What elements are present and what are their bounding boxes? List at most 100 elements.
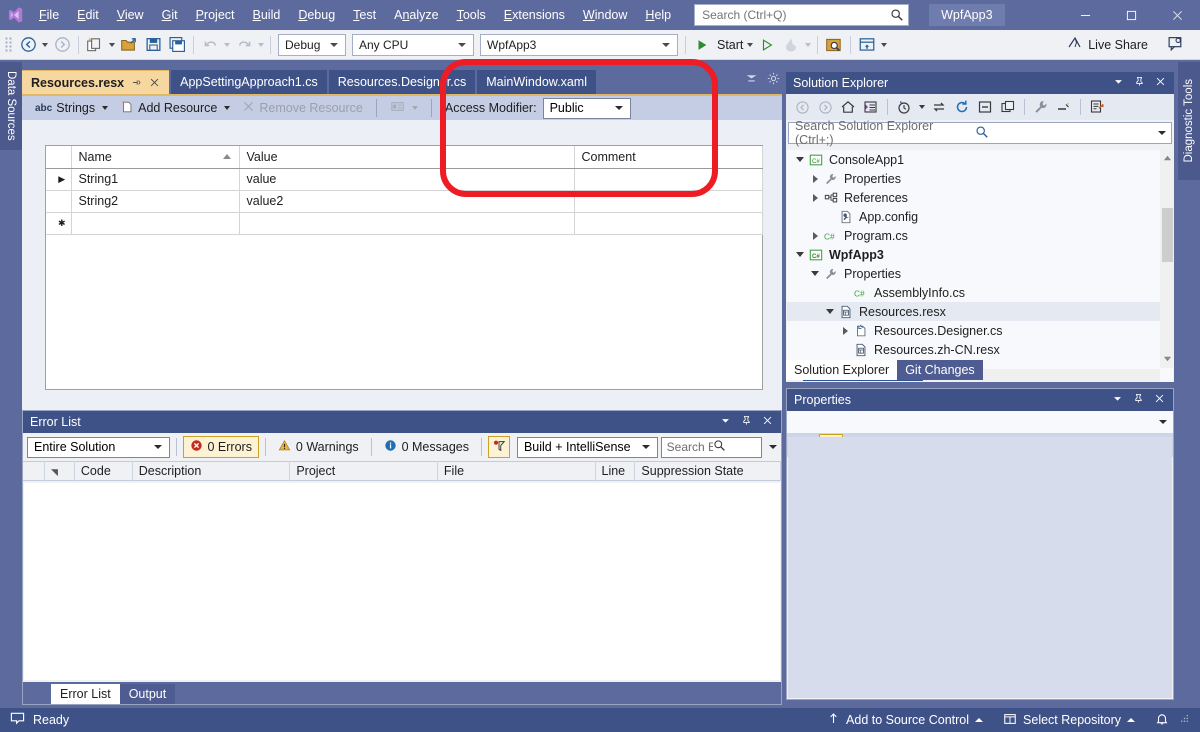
solution-tree[interactable]: C# ConsoleApp1 Properties References App.con… xyxy=(787,150,1173,382)
se-search-options-icon[interactable] xyxy=(1158,131,1166,135)
dock-tab-output[interactable]: Output xyxy=(119,684,176,704)
warnings-filter-button[interactable]: 0 Warnings xyxy=(272,436,365,458)
menu-item-view[interactable]: View xyxy=(108,4,153,26)
column-header-comment[interactable]: Comment xyxy=(574,146,763,169)
tree-item-references[interactable]: References xyxy=(787,188,1173,207)
access-modifier-select[interactable]: Public xyxy=(542,97,631,119)
collapse-all-icon[interactable] xyxy=(974,96,996,118)
add-resource-button[interactable]: Add Resource xyxy=(115,97,235,119)
tree-item-assemblyinfo-cs[interactable]: C# AssemblyInfo.cs xyxy=(787,283,1173,302)
toolbar-grip[interactable] xyxy=(5,36,13,53)
cell-comment[interactable] xyxy=(574,168,763,191)
tree-twisty-closed-icon[interactable] xyxy=(838,321,852,340)
new-project-icon[interactable] xyxy=(83,33,107,57)
tree-twisty-closed-icon[interactable] xyxy=(808,188,822,207)
select-repository-button[interactable]: Select Repository xyxy=(993,708,1145,732)
add-to-source-control-button[interactable]: Add to Source Control xyxy=(817,708,993,732)
menu-item-test[interactable]: Test xyxy=(344,4,385,26)
error-column-suppression-state[interactable]: Suppression State xyxy=(635,461,782,481)
pending-changes-dropdown-icon[interactable] xyxy=(916,96,927,118)
menu-item-build[interactable]: Build xyxy=(244,4,290,26)
document-tab-resources-resx[interactable]: Resources.resx xyxy=(22,70,170,94)
menu-item-edit[interactable]: Edit xyxy=(68,4,108,26)
properties-icon[interactable] xyxy=(1030,96,1052,118)
sidebar-item-diagnostic-tools[interactable]: Diagnostic Tools xyxy=(1178,62,1200,180)
row-marker[interactable]: ✱ xyxy=(46,212,72,235)
tree-item-program-cs[interactable]: C# Program.cs xyxy=(787,226,1173,245)
se-tab-solution-explorer[interactable]: Solution Explorer xyxy=(786,360,898,380)
tree-item-resources-resx[interactable]: Resources.resx xyxy=(787,302,1173,321)
close-icon[interactable] xyxy=(149,77,160,88)
start-without-debugging-icon[interactable] xyxy=(755,33,779,57)
close-icon[interactable] xyxy=(1155,76,1166,90)
error-column-project[interactable]: Project xyxy=(290,461,438,481)
cell-name[interactable]: String1 xyxy=(71,168,240,191)
toolbar-overflow-icon[interactable] xyxy=(879,42,889,47)
column-header-name[interactable]: Name xyxy=(71,146,240,169)
pin-icon[interactable] xyxy=(1134,76,1145,90)
strings-view-button[interactable]: abc Strings xyxy=(30,97,113,119)
window-layout-icon[interactable] xyxy=(855,33,879,57)
preview-selected-items-icon[interactable] xyxy=(1053,96,1075,118)
maximize-icon[interactable] xyxy=(1108,0,1154,30)
document-tab-mainwindow-xaml[interactable]: MainWindow.xaml xyxy=(477,70,596,94)
error-column-line[interactable]: Line xyxy=(596,461,636,481)
error-search-options-icon[interactable] xyxy=(769,445,778,449)
home-icon[interactable] xyxy=(837,96,859,118)
tree-item-resources-designer-cs[interactable]: Resources.Designer.cs xyxy=(787,321,1173,340)
navigate-back-icon[interactable] xyxy=(16,33,40,57)
navigate-back-dropdown-icon[interactable] xyxy=(40,42,50,47)
minimize-icon[interactable] xyxy=(1062,0,1108,30)
error-search-input[interactable]: Search Error L xyxy=(660,436,763,458)
cell-name[interactable]: String2 xyxy=(71,190,240,213)
row-marker[interactable]: ▶ xyxy=(46,168,72,191)
gear-icon[interactable] xyxy=(767,72,780,88)
error-column-description[interactable]: Description xyxy=(133,461,291,481)
solution-configuration-select[interactable]: Debug xyxy=(278,33,346,56)
tree-twisty-open-icon[interactable] xyxy=(793,150,807,169)
cell-comment[interactable] xyxy=(574,212,763,235)
dock-tab-error-list[interactable]: Error List xyxy=(51,684,120,704)
menu-item-debug[interactable]: Debug xyxy=(289,4,344,26)
close-icon[interactable] xyxy=(1154,393,1165,407)
menu-item-help[interactable]: Help xyxy=(636,4,680,26)
tree-twisty-open-icon[interactable] xyxy=(808,264,822,283)
panel-menu-icon[interactable] xyxy=(1112,393,1123,407)
find-in-files-icon[interactable] xyxy=(822,33,846,57)
save-icon[interactable] xyxy=(141,33,165,57)
column-header-selector[interactable] xyxy=(46,146,72,169)
startup-project-select[interactable]: WpfApp3 xyxy=(480,33,678,56)
tree-item-consoleapp1[interactable]: C# ConsoleApp1 xyxy=(787,150,1173,169)
open-file-icon[interactable] xyxy=(117,33,141,57)
solution-view-icon[interactable] xyxy=(860,96,882,118)
sidebar-item-data-sources[interactable]: Data Sources xyxy=(0,62,22,150)
menu-item-tools[interactable]: Tools xyxy=(448,4,495,26)
start-dropdown-icon[interactable] xyxy=(745,42,755,47)
quick-search-input[interactable] xyxy=(702,6,891,24)
error-column-file[interactable]: File xyxy=(438,461,596,481)
close-icon[interactable] xyxy=(762,415,773,429)
table-row[interactable]: ✱ xyxy=(46,212,763,235)
document-tab-appsettingapproach1-cs[interactable]: AppSettingApproach1.cs xyxy=(171,70,327,94)
solution-explorer-search-input[interactable]: Search Solution Explorer (Ctrl+;) xyxy=(788,119,1172,147)
menu-item-analyze[interactable]: Analyze xyxy=(385,4,447,26)
send-feedback-icon[interactable] xyxy=(1167,35,1184,55)
resource-grid[interactable]: Name Value Comment ▶ String1 value String2 val… xyxy=(45,145,763,390)
navigate-forward-icon[interactable] xyxy=(50,33,74,57)
menu-item-extensions[interactable]: Extensions xyxy=(495,4,574,26)
row-marker[interactable] xyxy=(46,190,72,213)
column-header-value[interactable]: Value xyxy=(239,146,575,169)
menu-item-project[interactable]: Project xyxy=(187,4,244,26)
live-share-button[interactable]: Live Share xyxy=(1067,35,1148,54)
error-column-code[interactable]: Code xyxy=(75,461,133,481)
menu-item-git[interactable]: Git xyxy=(153,4,187,26)
solution-tree-scrollbar[interactable] xyxy=(1160,150,1174,368)
build-filter-select[interactable]: Build + IntelliSense xyxy=(516,436,658,458)
save-all-icon[interactable] xyxy=(165,33,189,57)
error-scope-select[interactable]: Entire Solution xyxy=(27,436,170,458)
pin-icon[interactable] xyxy=(741,415,752,429)
tree-twisty-closed-icon[interactable] xyxy=(808,226,822,245)
quick-search-box[interactable] xyxy=(694,4,910,26)
errors-filter-button[interactable]: 0 Errors xyxy=(182,436,259,458)
cell-comment[interactable] xyxy=(574,190,763,213)
